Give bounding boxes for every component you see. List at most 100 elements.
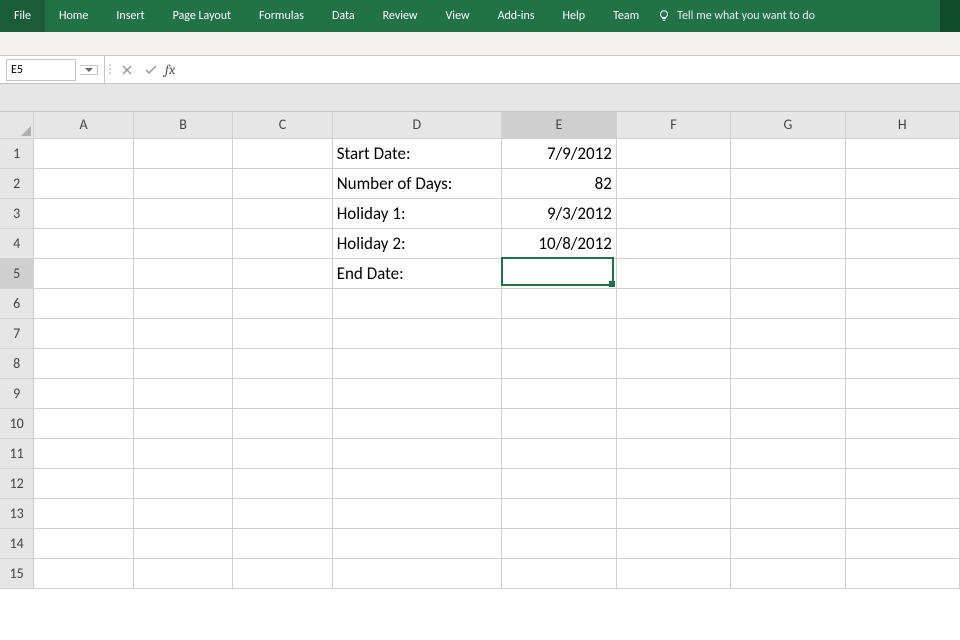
cell-E4[interactable]: 10/8/2012 <box>502 228 617 258</box>
cell-G7[interactable] <box>731 318 845 348</box>
cell-E5[interactable] <box>502 258 617 288</box>
cell-H10[interactable] <box>845 408 959 438</box>
cell-A15[interactable] <box>34 558 133 588</box>
cell-F3[interactable] <box>616 198 730 228</box>
worksheet[interactable]: A B C D E F G H 1 Start Date: 7/9/2012 2 <box>0 112 960 640</box>
row-header-3[interactable]: 3 <box>0 198 34 228</box>
tab-insert[interactable]: Insert <box>102 0 158 32</box>
cell-B13[interactable] <box>133 498 232 528</box>
cell-B14[interactable] <box>133 528 232 558</box>
tab-formulas[interactable]: Formulas <box>245 0 318 32</box>
cell-E10[interactable] <box>502 408 617 438</box>
cancel-formula-button[interactable] <box>115 56 139 83</box>
cell-D11[interactable] <box>332 438 501 468</box>
cell-G15[interactable] <box>731 558 845 588</box>
row-header-8[interactable]: 8 <box>0 348 34 378</box>
cell-C15[interactable] <box>233 558 332 588</box>
cell-D9[interactable] <box>332 378 501 408</box>
cell-C12[interactable] <box>233 468 332 498</box>
cell-H2[interactable] <box>845 168 959 198</box>
cell-C5[interactable] <box>233 258 332 288</box>
cell-E7[interactable] <box>502 318 617 348</box>
cell-F9[interactable] <box>616 378 730 408</box>
cell-C4[interactable] <box>233 228 332 258</box>
cell-F1[interactable] <box>616 138 730 168</box>
grid[interactable]: A B C D E F G H 1 Start Date: 7/9/2012 2 <box>0 112 960 589</box>
cell-G5[interactable] <box>731 258 845 288</box>
cell-A9[interactable] <box>34 378 133 408</box>
cell-H1[interactable] <box>845 138 959 168</box>
cell-B4[interactable] <box>133 228 232 258</box>
cell-F11[interactable] <box>616 438 730 468</box>
cell-F5[interactable] <box>616 258 730 288</box>
cell-D1[interactable]: Start Date: <box>332 138 501 168</box>
cell-G8[interactable] <box>731 348 845 378</box>
cell-E11[interactable] <box>502 438 617 468</box>
cell-G11[interactable] <box>731 438 845 468</box>
cell-A5[interactable] <box>34 258 133 288</box>
cell-B5[interactable] <box>133 258 232 288</box>
cell-B1[interactable] <box>133 138 232 168</box>
cell-A13[interactable] <box>34 498 133 528</box>
col-header-C[interactable]: C <box>233 112 332 138</box>
cell-H8[interactable] <box>845 348 959 378</box>
cell-C11[interactable] <box>233 438 332 468</box>
cell-D4[interactable]: Holiday 2: <box>332 228 501 258</box>
cell-G14[interactable] <box>731 528 845 558</box>
cell-B15[interactable] <box>133 558 232 588</box>
row-header-4[interactable]: 4 <box>0 228 34 258</box>
cell-F7[interactable] <box>616 318 730 348</box>
cell-C2[interactable] <box>233 168 332 198</box>
cell-D14[interactable] <box>332 528 501 558</box>
tab-review[interactable]: Review <box>369 0 432 32</box>
cell-C14[interactable] <box>233 528 332 558</box>
cell-F6[interactable] <box>616 288 730 318</box>
cell-H12[interactable] <box>845 468 959 498</box>
row-header-1[interactable]: 1 <box>0 138 34 168</box>
cell-H11[interactable] <box>845 438 959 468</box>
cell-B12[interactable] <box>133 468 232 498</box>
tab-help[interactable]: Help <box>549 0 600 32</box>
cell-F15[interactable] <box>616 558 730 588</box>
col-header-E[interactable]: E <box>502 112 617 138</box>
cell-D7[interactable] <box>332 318 501 348</box>
cell-A2[interactable] <box>34 168 133 198</box>
row-header-10[interactable]: 10 <box>0 408 34 438</box>
col-header-D[interactable]: D <box>332 112 501 138</box>
cell-B9[interactable] <box>133 378 232 408</box>
cell-A8[interactable] <box>34 348 133 378</box>
cell-G9[interactable] <box>731 378 845 408</box>
row-header-12[interactable]: 12 <box>0 468 34 498</box>
cell-E13[interactable] <box>502 498 617 528</box>
cell-H6[interactable] <box>845 288 959 318</box>
tab-team[interactable]: Team <box>599 0 653 32</box>
cell-D2[interactable]: Number of Days: <box>332 168 501 198</box>
cell-D3[interactable]: Holiday 1: <box>332 198 501 228</box>
cell-E1[interactable]: 7/9/2012 <box>502 138 617 168</box>
col-header-A[interactable]: A <box>34 112 133 138</box>
cell-G4[interactable] <box>731 228 845 258</box>
cell-H9[interactable] <box>845 378 959 408</box>
cell-B3[interactable] <box>133 198 232 228</box>
tab-file[interactable]: File <box>0 0 45 32</box>
cell-G12[interactable] <box>731 468 845 498</box>
cell-C6[interactable] <box>233 288 332 318</box>
cell-E6[interactable] <box>502 288 617 318</box>
row-header-5[interactable]: 5 <box>0 258 34 288</box>
cell-C9[interactable] <box>233 378 332 408</box>
tab-page-layout[interactable]: Page Layout <box>159 0 245 32</box>
cell-G3[interactable] <box>731 198 845 228</box>
name-box-dropdown[interactable] <box>80 65 98 75</box>
cell-F13[interactable] <box>616 498 730 528</box>
row-header-14[interactable]: 14 <box>0 528 34 558</box>
cell-A10[interactable] <box>34 408 133 438</box>
enter-formula-button[interactable] <box>139 56 163 83</box>
cell-A6[interactable] <box>34 288 133 318</box>
cell-C3[interactable] <box>233 198 332 228</box>
cell-B7[interactable] <box>133 318 232 348</box>
cell-E2[interactable]: 82 <box>502 168 617 198</box>
cell-F12[interactable] <box>616 468 730 498</box>
cell-C1[interactable] <box>233 138 332 168</box>
cell-H5[interactable] <box>845 258 959 288</box>
col-header-H[interactable]: H <box>845 112 959 138</box>
